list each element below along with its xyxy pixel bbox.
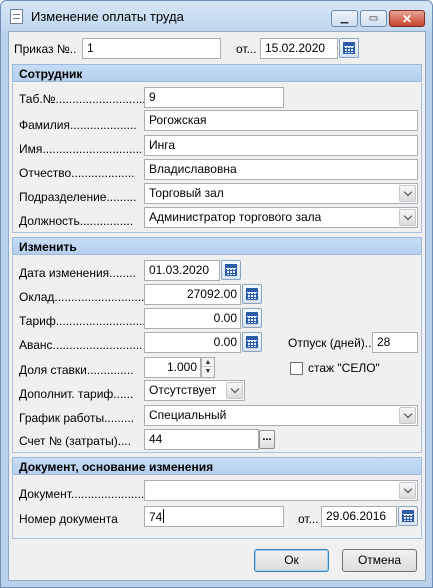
tab-number-field[interactable]: 9	[144, 87, 284, 108]
chevron-down-icon[interactable]	[399, 185, 416, 202]
selo-checkbox[interactable]	[290, 362, 303, 375]
document-select[interactable]	[144, 480, 418, 501]
chevron-down-icon[interactable]	[399, 482, 416, 499]
minimize-button[interactable]: ▁	[331, 10, 358, 27]
document-number-label: Номер документа	[19, 512, 118, 526]
dialog-body: Приказ №.. 1 от... 15.02.2020 Сотрудник …	[8, 31, 426, 581]
order-number-field[interactable]: 1	[82, 38, 221, 59]
lastname-field[interactable]: Рогожская	[144, 110, 418, 131]
spin-up-icon[interactable]: ▲	[202, 358, 214, 367]
advance-field[interactable]: 0.00	[144, 332, 241, 353]
salary-field[interactable]: 27092.00	[144, 284, 241, 305]
lastname-label: Фамилия....................	[19, 118, 137, 132]
account-label: Счет № (затраты)....	[19, 434, 132, 448]
close-button[interactable]: ✕	[389, 10, 425, 27]
chevron-down-icon[interactable]	[226, 382, 243, 399]
tab-number-label: Таб.№...........................	[19, 92, 145, 106]
title-bar[interactable]: Изменение оплаты труда ▁ ▭ ✕	[1, 1, 432, 31]
change-section-header: Изменить	[12, 237, 422, 255]
department-select[interactable]: Торговый зал	[144, 183, 418, 204]
calculator-icon[interactable]	[242, 332, 262, 352]
account-browse-button[interactable]: ...	[259, 430, 275, 449]
maximize-button[interactable]: ▭	[360, 10, 387, 27]
vacation-field[interactable]: 28	[372, 332, 418, 353]
employee-section-header: Сотрудник	[12, 64, 422, 82]
calendar-icon[interactable]	[339, 38, 359, 58]
schedule-value: Специальный	[149, 408, 227, 422]
document-icon	[10, 9, 23, 24]
share-label: Доля ставки..............	[19, 363, 134, 377]
patronymic-field[interactable]: Владиславовна	[144, 159, 418, 180]
share-field[interactable]: 1.000	[144, 357, 201, 378]
ok-button[interactable]: Ок	[254, 549, 329, 572]
order-date-field[interactable]: 15.02.2020	[260, 38, 338, 59]
chevron-down-icon[interactable]	[399, 209, 416, 226]
window-title: Изменение оплаты труда	[31, 9, 184, 24]
selo-label: стаж "СЕЛО"	[308, 361, 380, 375]
calendar-icon[interactable]	[398, 506, 418, 526]
salary-label: Оклад...........................	[19, 290, 145, 304]
department-value: Торговый зал	[149, 186, 224, 200]
patronymic-label: Отчество...................	[19, 166, 135, 180]
rate-label: Тариф...........................	[19, 314, 145, 328]
document-number-field[interactable]: 74	[144, 506, 284, 527]
vacation-label: Отпуск (дней)..	[288, 336, 372, 350]
document-label: Документ...........................	[19, 487, 145, 501]
cancel-button[interactable]: Отмена	[342, 549, 417, 572]
share-stepper[interactable]: ▲ ▼	[201, 357, 215, 378]
schedule-label: График работы.........	[19, 411, 135, 425]
schedule-select[interactable]: Специальный	[144, 405, 418, 426]
dialog-window: Изменение оплаты труда ▁ ▭ ✕ Приказ №.. …	[0, 0, 433, 588]
spin-down-icon[interactable]: ▼	[202, 367, 214, 376]
change-date-field[interactable]: 01.03.2020	[144, 260, 220, 281]
advance-label: Аванс...........................	[19, 338, 143, 352]
document-section-header: Документ, основание изменения	[12, 457, 422, 475]
order-date-label: от...	[236, 42, 257, 56]
calendar-icon[interactable]	[221, 260, 241, 280]
document-date-field[interactable]: 29.06.2016	[321, 506, 397, 527]
position-label: Должность................	[19, 214, 134, 228]
chevron-down-icon[interactable]	[399, 407, 416, 424]
order-number-label: Приказ №..	[14, 42, 77, 56]
extra-tariff-value: Отсутствует	[149, 383, 217, 397]
extra-tariff-label: Дополнит. тариф......	[19, 387, 134, 401]
document-date-label: от...	[298, 512, 319, 526]
calculator-icon[interactable]	[242, 308, 262, 328]
department-label: Подразделение.........	[19, 190, 137, 204]
extra-tariff-select[interactable]: Отсутствует	[144, 380, 245, 401]
firstname-field[interactable]: Инга	[144, 135, 418, 156]
account-field[interactable]: 44	[144, 429, 259, 450]
rate-field[interactable]: 0.00	[144, 308, 241, 329]
firstname-label: Имя..............................	[19, 142, 143, 156]
position-value: Администратор торгового зала	[149, 210, 322, 224]
change-date-label: Дата изменения........	[19, 266, 136, 280]
position-select[interactable]: Администратор торгового зала	[144, 207, 418, 228]
calculator-icon[interactable]	[242, 284, 262, 304]
